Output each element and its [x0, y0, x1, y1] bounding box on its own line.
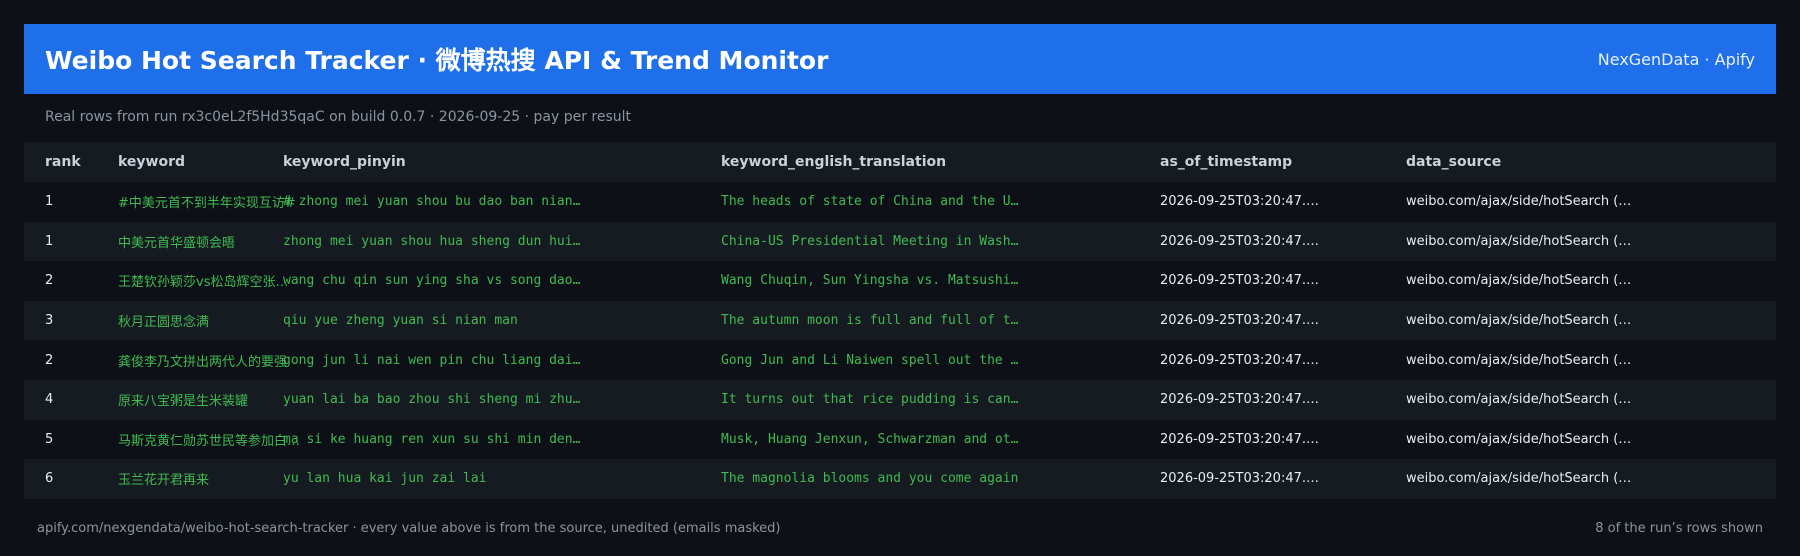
- pinyin-cell: ma si ke huang ren xun su shi min den…: [283, 431, 581, 447]
- english-cell: The autumn moon is full and full of t…: [721, 313, 1019, 329]
- timestamp-cell: 2026-09-25T03:20:47.…: [1160, 392, 1320, 408]
- keyword-cell: 王楚钦孙颖莎vs松岛辉空张…: [118, 275, 289, 291]
- column-header-as-of-timestamp: as_of_timestamp: [1160, 154, 1293, 170]
- english-cell: The magnolia blooms and you come again: [721, 471, 1019, 487]
- source-cell: weibo.com/ajax/side/hotSearch (…: [1406, 352, 1632, 368]
- english-cell: It turns out that rice pudding is can…: [721, 392, 1019, 408]
- keyword-cell: 秋月正圆思念满: [118, 315, 210, 331]
- timestamp-cell: 2026-09-25T03:20:47.…: [1160, 471, 1320, 487]
- rank-cell: 5: [45, 431, 54, 447]
- source-cell: weibo.com/ajax/side/hotSearch (…: [1406, 194, 1632, 210]
- english-cell: China-US Presidential Meeting in Wash…: [721, 233, 1019, 249]
- rank-cell: 6: [45, 471, 54, 487]
- timestamp-cell: 2026-09-25T03:20:47.…: [1160, 233, 1320, 249]
- rank-cell: 1: [45, 194, 54, 210]
- rank-cell: 3: [45, 313, 54, 329]
- source-cell: weibo.com/ajax/side/hotSearch (…: [1406, 233, 1632, 249]
- table-row: 2 龚俊李乃文拼出两代人的要强 gong jun li nai wen pin …: [24, 340, 1776, 380]
- pinyin-cell: qiu yue zheng yuan si nian man: [283, 313, 518, 329]
- table-row: 4 原来八宝粥是生米装罐 yuan lai ba bao zhou shi sh…: [24, 379, 1776, 420]
- column-header-data-source: data_source: [1406, 154, 1502, 170]
- source-cell: weibo.com/ajax/side/hotSearch (…: [1406, 431, 1632, 447]
- pinyin-cell: # zhong mei yuan shou bu dao ban nian…: [283, 194, 581, 210]
- table-row: 2 王楚钦孙颖莎vs松岛辉空张… wang chu qin sun ying s…: [24, 261, 1776, 301]
- keyword-cell: 中美元首华盛顿会晤: [118, 235, 236, 251]
- table-row: 6 玉兰花开君再来 yu lan hua kai jun zai lai The…: [24, 459, 1776, 499]
- timestamp-cell: 2026-09-25T03:20:47.…: [1160, 273, 1320, 289]
- pinyin-cell: zhong mei yuan shou hua sheng dun hui…: [283, 233, 581, 249]
- page-title: Weibo Hot Search Tracker · 微博热搜 API & Tr…: [45, 46, 829, 75]
- keyword-cell: 龚俊李乃文拼出两代人的要强: [118, 354, 288, 370]
- source-cell: weibo.com/ajax/side/hotSearch (…: [1406, 273, 1632, 289]
- table-row: 1 #中美元首不到半年实现互访# # zhong mei yuan shou b…: [24, 182, 1776, 222]
- rank-cell: 2: [45, 352, 54, 368]
- pinyin-cell: gong jun li nai wen pin chu liang dai…: [283, 352, 581, 368]
- footer-row-count: 8 of the run’s rows shown: [1595, 521, 1763, 536]
- pinyin-cell: yu lan hua kai jun zai lai: [283, 471, 487, 487]
- source-cell: weibo.com/ajax/side/hotSearch (…: [1406, 313, 1632, 329]
- column-header-keyword-english-translation: keyword_english_translation: [721, 154, 947, 170]
- english-cell: Wang Chuqin, Sun Yingsha vs. Matsushi…: [721, 273, 1019, 289]
- timestamp-cell: 2026-09-25T03:20:47.…: [1160, 431, 1320, 447]
- rank-cell: 4: [45, 392, 54, 408]
- table-row: 5 马斯克黄仁勋苏世民等参加白… ma si ke huang ren xun …: [24, 419, 1776, 460]
- pinyin-cell: wang chu qin sun ying sha vs song dao…: [283, 273, 581, 289]
- column-header-keyword-pinyin: keyword_pinyin: [283, 154, 406, 170]
- rank-cell: 1: [45, 233, 54, 249]
- keyword-cell: 马斯克黄仁勋苏世民等参加白…: [118, 433, 301, 449]
- keyword-cell: 玉兰花开君再来: [118, 473, 210, 489]
- english-cell: Gong Jun and Li Naiwen spell out the …: [721, 352, 1019, 368]
- table-row: 1 中美元首华盛顿会晤 zhong mei yuan shou hua shen…: [24, 221, 1776, 262]
- column-header-keyword: keyword: [118, 154, 186, 170]
- run-info-subtitle: Real rows from run rx3c0eL2f5Hd35qaC on …: [45, 109, 632, 125]
- brand-label: NexGenData · Apify: [1597, 49, 1755, 69]
- keyword-cell: #中美元首不到半年实现互访#: [118, 196, 296, 212]
- table-header-row: rank keyword keyword_pinyin keyword_engl…: [24, 142, 1776, 182]
- column-header-rank: rank: [45, 154, 81, 170]
- timestamp-cell: 2026-09-25T03:20:47.…: [1160, 313, 1320, 329]
- source-cell: weibo.com/ajax/side/hotSearch (…: [1406, 471, 1632, 487]
- keyword-cell: 原来八宝粥是生米装罐: [118, 394, 249, 410]
- timestamp-cell: 2026-09-25T03:20:47.…: [1160, 352, 1320, 368]
- pinyin-cell: yuan lai ba bao zhou shi sheng mi zhu…: [283, 392, 581, 408]
- english-cell: Musk, Huang Jenxun, Schwarzman and ot…: [721, 431, 1019, 447]
- page-header: Weibo Hot Search Tracker · 微博热搜 API & Tr…: [24, 24, 1776, 94]
- timestamp-cell: 2026-09-25T03:20:47.…: [1160, 194, 1320, 210]
- results-table: rank keyword keyword_pinyin keyword_engl…: [24, 142, 1776, 499]
- table-row: 3 秋月正圆思念满 qiu yue zheng yuan si nian man…: [24, 300, 1776, 341]
- footer-source-note: apify.com/nexgendata/weibo-hot-search-tr…: [37, 521, 781, 536]
- english-cell: The heads of state of China and the U…: [721, 194, 1019, 210]
- source-cell: weibo.com/ajax/side/hotSearch (…: [1406, 392, 1632, 408]
- rank-cell: 2: [45, 273, 54, 289]
